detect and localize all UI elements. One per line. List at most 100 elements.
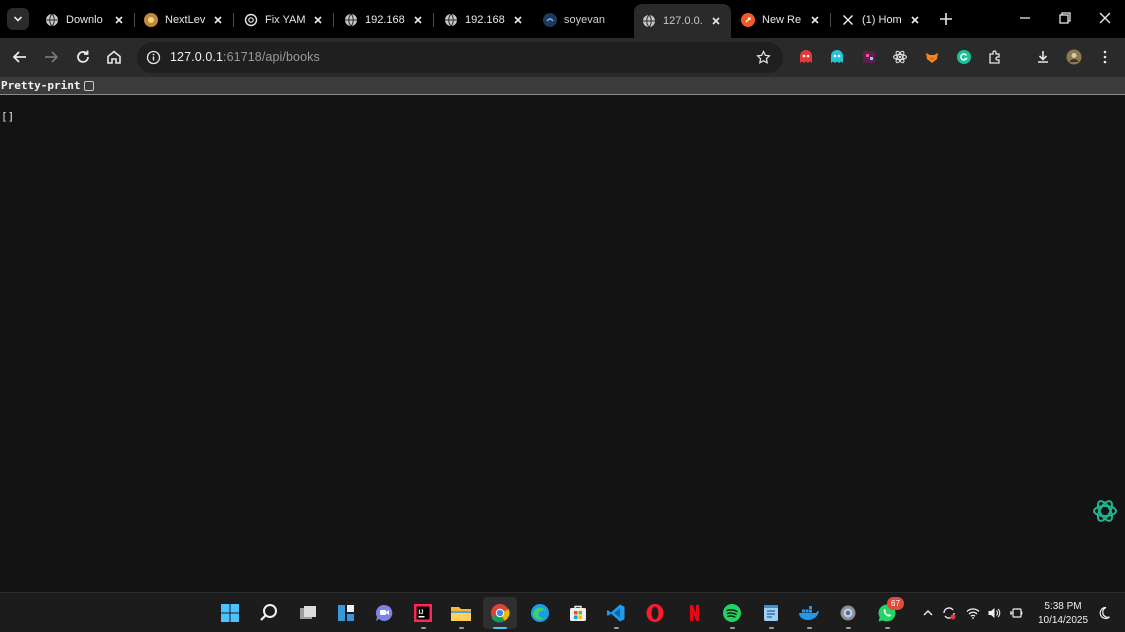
teams-chat-icon[interactable]	[373, 602, 395, 624]
windows-start-icon[interactable]	[219, 602, 241, 624]
browser-toolbar: 127.0.0.1:61718/api/books	[0, 38, 1125, 77]
metamask-extension-icon[interactable]	[924, 49, 940, 65]
openai-icon	[244, 13, 258, 27]
tab-divider	[233, 13, 234, 27]
site-info-icon[interactable]	[146, 50, 161, 65]
tab-title: (1) Hom	[862, 13, 902, 26]
close-icon[interactable]	[710, 15, 722, 27]
windows-taskbar: IJ 5:38 PM 10/14/2025	[0, 592, 1125, 632]
tab-nextlevel[interactable]: NextLev	[136, 6, 234, 33]
vscode-icon[interactable]	[605, 602, 627, 624]
more-menu-icon[interactable]	[1097, 49, 1113, 65]
bookmark-star-icon[interactable]	[756, 50, 771, 65]
close-icon[interactable]	[909, 14, 921, 26]
tab-title: 192.168	[465, 13, 505, 26]
reload-icon[interactable]	[74, 48, 92, 66]
home-icon[interactable]	[105, 48, 123, 66]
tab-downloads[interactable]: Downlo	[37, 6, 135, 33]
tab-title: 192.168	[365, 13, 405, 26]
tab-new-request[interactable]: New Re	[733, 6, 831, 33]
tab-divider	[830, 13, 831, 27]
tab-soyevan[interactable]: soyevan	[535, 6, 632, 33]
intellij-icon[interactable]: IJ	[412, 602, 434, 624]
search-icon[interactable]	[258, 602, 280, 624]
profile-avatar-icon[interactable]	[1066, 49, 1082, 65]
tab-divider	[134, 13, 135, 27]
tab-search-button[interactable]	[7, 8, 29, 30]
spotify-icon[interactable]	[721, 602, 743, 624]
tab-fix-yaml[interactable]: Fix YAM	[236, 6, 334, 33]
tab-api-books[interactable]: 127.0.0.	[634, 4, 731, 38]
running-indicator	[769, 627, 774, 629]
pretty-print-label: Pretty-print	[1, 79, 81, 92]
tab-divider	[333, 13, 334, 27]
close-icon[interactable]	[512, 14, 524, 26]
download-icon[interactable]	[1035, 49, 1051, 65]
restore-icon[interactable]	[1055, 8, 1075, 28]
whatsapp-notification-badge: 67	[887, 597, 904, 610]
notepad-icon[interactable]	[760, 602, 782, 624]
soyevan-icon	[543, 12, 557, 27]
netflix-icon[interactable]	[683, 602, 705, 624]
running-indicator	[459, 627, 464, 629]
tab-title: Fix YAM	[265, 13, 306, 26]
system-clock[interactable]: 5:38 PM 10/14/2025	[1035, 600, 1091, 628]
docker-icon[interactable]	[798, 602, 820, 624]
running-indicator	[730, 627, 735, 629]
x-icon	[841, 13, 855, 27]
battery-charging-icon[interactable]	[1009, 606, 1023, 620]
forward-arrow-icon[interactable]	[42, 48, 60, 66]
volume-icon[interactable]	[987, 606, 1001, 620]
opera-icon[interactable]	[644, 602, 666, 624]
game-extension-icon[interactable]	[861, 49, 877, 65]
ghost-red-extension-icon[interactable]	[798, 49, 814, 65]
svg-text:IJ: IJ	[419, 610, 424, 616]
active-app-indicator	[493, 627, 507, 629]
new-tab-icon[interactable]	[936, 9, 956, 29]
moon-focus-icon[interactable]	[1097, 606, 1111, 620]
tab-divider	[433, 13, 434, 27]
ghost-cyan-extension-icon[interactable]	[829, 49, 845, 65]
settings-icon[interactable]	[837, 602, 859, 624]
tab-title: NextLev	[165, 13, 206, 26]
close-icon[interactable]	[809, 14, 821, 26]
close-icon[interactable]	[412, 14, 424, 26]
minimize-icon[interactable]	[1015, 8, 1035, 28]
chevron-up-icon[interactable]	[921, 606, 935, 620]
globe-icon	[444, 13, 458, 27]
nextlevel-icon	[144, 12, 158, 27]
chevron-down-icon	[13, 16, 23, 22]
window-close-icon[interactable]	[1095, 8, 1115, 28]
close-icon[interactable]	[312, 14, 324, 26]
address-bar[interactable]: 127.0.0.1:61718/api/books	[137, 42, 783, 73]
globe-icon	[45, 13, 59, 27]
tab-ip-1[interactable]: 192.168	[336, 6, 434, 33]
tab-ip-2[interactable]: 192.168	[436, 6, 533, 33]
running-indicator	[807, 627, 812, 629]
running-indicator	[846, 627, 851, 629]
tab-x-home[interactable]: (1) Hom	[833, 6, 930, 33]
url-text: 127.0.0.1:61718/api/books	[170, 50, 320, 64]
puzzle-extension-icon[interactable]	[987, 49, 1003, 65]
pretty-print-checkbox[interactable]	[84, 80, 95, 91]
edge-icon[interactable]	[529, 602, 551, 624]
wifi-icon[interactable]	[966, 606, 980, 620]
globe-icon	[642, 14, 656, 28]
widgets-icon[interactable]	[335, 602, 357, 624]
react-extension-icon[interactable]	[892, 49, 908, 65]
microsoft-store-icon[interactable]	[567, 602, 589, 624]
close-icon[interactable]	[212, 14, 224, 26]
clock-time: 5:38 PM	[1044, 601, 1082, 612]
globe-icon	[344, 13, 358, 27]
running-indicator	[885, 627, 890, 629]
file-explorer-icon[interactable]	[450, 602, 472, 624]
task-view-icon[interactable]	[297, 602, 319, 624]
back-arrow-icon[interactable]	[11, 48, 29, 66]
url-host: 127.0.0.1	[170, 50, 224, 64]
grammarly-extension-icon[interactable]	[956, 49, 972, 65]
tab-title: Downlo	[66, 13, 103, 26]
close-icon[interactable]	[113, 14, 125, 26]
openai-floating-icon[interactable]	[1090, 495, 1120, 527]
sync-icon[interactable]	[942, 606, 956, 620]
chrome-icon[interactable]	[483, 597, 517, 629]
